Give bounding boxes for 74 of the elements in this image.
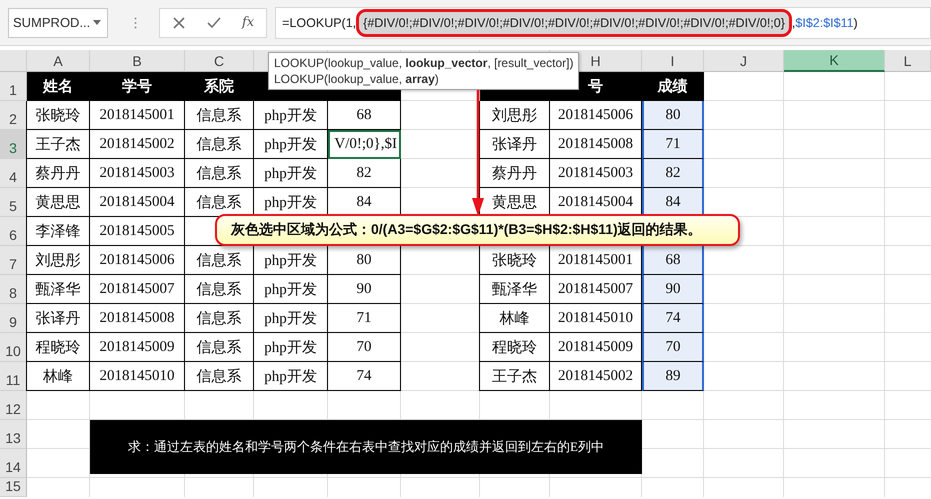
table-cell: 黄思思	[26, 188, 90, 217]
column-header[interactable]: C	[185, 50, 254, 72]
table-cell: 90	[327, 275, 401, 304]
column-heading: 成绩	[642, 72, 704, 101]
table-cell: 70	[327, 333, 401, 362]
dropdown-caret-icon	[93, 20, 101, 25]
row-header[interactable]: 15	[0, 478, 27, 497]
column-header[interactable]: K	[784, 50, 885, 72]
table-cell: 82	[327, 159, 401, 188]
table-cell: 90	[642, 275, 704, 304]
formula-text: ,	[792, 16, 796, 30]
table-cell: php开发	[253, 130, 328, 159]
table-cell: 程晓玲	[26, 333, 90, 362]
checkmark-icon[interactable]	[206, 16, 222, 30]
column-heading: 学号	[90, 72, 185, 101]
formula-text: =LOOKUP(1,	[282, 16, 356, 30]
row-header[interactable]: 5	[0, 188, 27, 217]
formula-input[interactable]: =LOOKUP(1, {#DIV/0!;#DIV/0!;#DIV/0!;#DIV/0!;#DIV/0!;#DIV/0!;#DIV/0!;#DIV/0!;#DIV/0!;0} ,$I$2:$I$11)	[275, 6, 931, 38]
table-cell: 甄泽华	[26, 275, 90, 304]
row-header[interactable]: 2	[0, 101, 27, 130]
instruction-banner: 求：通过左表的姓名和学号两个条件在右表中查找对应的成绩并返回到左右的E列中	[90, 420, 642, 474]
formula-text: )	[854, 16, 858, 30]
column-header[interactable]: I	[642, 50, 704, 72]
row-header[interactable]: 8	[0, 275, 27, 304]
range-reference: $I$2:$I$11	[795, 16, 854, 30]
row-header[interactable]: 11	[0, 362, 27, 391]
table-cell: 甄泽华	[479, 275, 550, 304]
column-heading: 姓名	[27, 72, 90, 101]
row-header[interactable]: 4	[0, 159, 27, 188]
table-cell: 71	[327, 304, 401, 333]
row-header[interactable]: 6	[0, 217, 27, 246]
cancel-icon[interactable]	[172, 16, 186, 30]
row-header[interactable]: 10	[0, 333, 27, 362]
table-cell: 84	[642, 188, 704, 217]
row-header[interactable]: 13	[0, 420, 27, 449]
table-cell: 蔡丹丹	[26, 159, 90, 188]
table-cell: 80	[642, 101, 704, 130]
name-box[interactable]: SUMPROD...	[8, 8, 108, 38]
cell-editor[interactable]: V/0!;0},$I	[328, 130, 401, 159]
table-cell: 林峰	[26, 362, 90, 391]
table-cell: 王子杰	[26, 130, 90, 159]
table-cell: 张译丹	[26, 304, 90, 333]
row-header[interactable]: 9	[0, 304, 27, 333]
row-header[interactable]: 14	[0, 449, 27, 478]
table-cell: 张晓玲	[26, 101, 90, 130]
table-cell: 程晓玲	[479, 333, 550, 362]
table-cell: 70	[642, 333, 704, 362]
table-cell: 68	[642, 246, 704, 275]
table-cell: 李泽锋	[26, 217, 90, 246]
row-header[interactable]: 1	[0, 72, 27, 101]
table-cell: 刘思彤	[479, 101, 550, 130]
table-cell: 89	[642, 362, 704, 391]
table-cell: 74	[327, 362, 401, 391]
table-cell: 74	[642, 304, 704, 333]
column-heading: 系院	[185, 72, 254, 101]
insert-function-button[interactable]: fx	[242, 15, 254, 30]
row-header[interactable]: 12	[0, 391, 27, 420]
row-header[interactable]: 3	[0, 130, 27, 159]
table-cell: 林峰	[479, 304, 550, 333]
column-header[interactable]: B	[90, 50, 185, 72]
column-header[interactable]: A	[27, 50, 90, 72]
table-cell: 68	[327, 101, 401, 130]
table-cell: 82	[642, 159, 704, 188]
column-header[interactable]: J	[704, 50, 784, 72]
table-cell: 张译丹	[479, 130, 550, 159]
table-cell: 刘思彤	[26, 246, 90, 275]
table-cell: 蔡丹丹	[479, 159, 550, 188]
array-constant: {#DIV/0!;#DIV/0!;#DIV/0!;#DIV/0!;#DIV/0!;#DIV/0!;#DIV/0!;#DIV/0!;#DIV/0!;0}	[356, 8, 792, 36]
row-header[interactable]: 7	[0, 246, 27, 275]
table-cell: 71	[642, 130, 704, 159]
column-header[interactable]: L	[885, 50, 931, 72]
drag-handle-icon[interactable]	[134, 16, 137, 28]
table-cell: 王子杰	[479, 362, 550, 391]
callout-note: 灰色选中区域为公式：0/(A3=$G$2:$G$11)*(B3=$H$2:$H$11)返回的结果。	[215, 214, 740, 246]
